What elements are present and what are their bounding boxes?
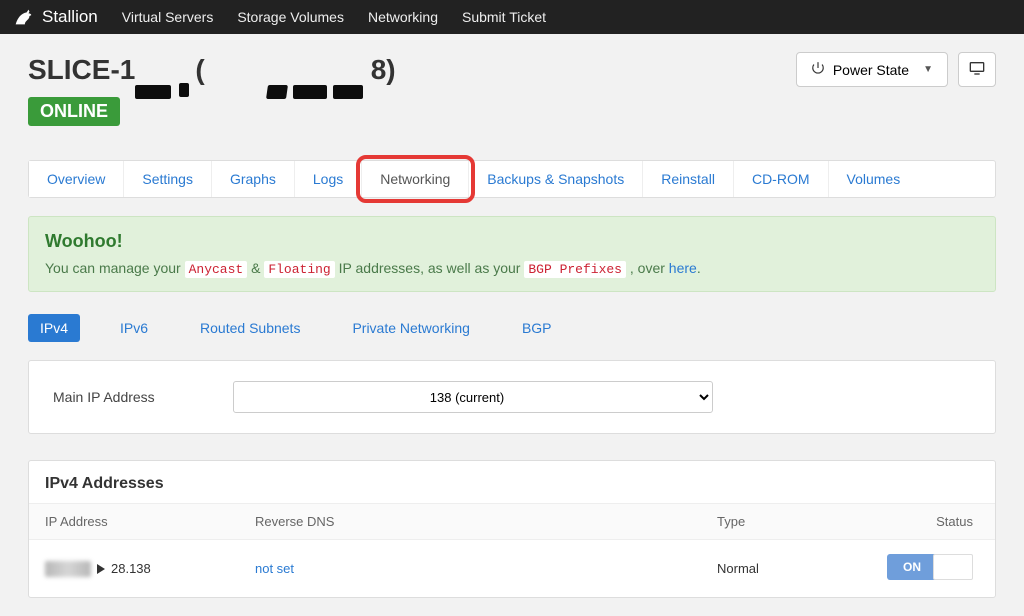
toggle-label: ON (903, 560, 921, 574)
power-state-button[interactable]: Power State ▼ (796, 52, 948, 87)
alert-text: . (697, 260, 701, 276)
page-title: SLICE-1 ( 8) (28, 54, 396, 86)
title-prefix: SLICE-1 (28, 54, 135, 86)
tab-networking[interactable]: Networking (362, 161, 469, 197)
alert-here-link[interactable]: here (669, 260, 697, 276)
top-nav: Stallion Virtual Servers Storage Volumes… (0, 0, 1024, 34)
power-icon (811, 61, 825, 78)
code-bgp-prefixes: BGP Prefixes (524, 261, 626, 278)
toggle-knob (933, 554, 973, 580)
main-ip-panel: Main IP Address 138 (current) (28, 360, 996, 434)
tab-graphs[interactable]: Graphs (212, 161, 295, 197)
title-paren: ( (195, 54, 204, 86)
nav-virtual-servers[interactable]: Virtual Servers (122, 9, 214, 25)
th-rdns: Reverse DNS (239, 504, 701, 540)
console-button[interactable] (958, 52, 996, 87)
tab-overview[interactable]: Overview (29, 161, 124, 197)
ip-redacted (45, 561, 91, 577)
play-icon (97, 564, 105, 574)
td-rdns: not set (239, 540, 701, 598)
code-floating: Floating (264, 261, 334, 278)
subtab-ipv6[interactable]: IPv6 (108, 314, 160, 342)
power-state-label: Power State (833, 62, 909, 78)
subtab-ipv4[interactable]: IPv4 (28, 314, 80, 342)
info-alert: Woohoo! You can manage your Anycast & Fl… (28, 216, 996, 292)
td-ip: 28.138 (29, 540, 239, 598)
nav-storage-volumes[interactable]: Storage Volumes (237, 9, 344, 25)
subtab-bgp[interactable]: BGP (510, 314, 564, 342)
alert-text: & (251, 260, 264, 276)
rdns-link[interactable]: not set (255, 561, 294, 576)
status-toggle[interactable]: ON (887, 554, 973, 580)
td-type: Normal (701, 540, 871, 598)
networking-subtabs: IPv4 IPv6 Routed Subnets Private Network… (28, 314, 996, 342)
tab-cdrom[interactable]: CD-ROM (734, 161, 829, 197)
brand-name: Stallion (42, 7, 98, 27)
th-status: Status (871, 504, 995, 540)
ip-suffix: 28.138 (111, 561, 151, 576)
tab-volumes[interactable]: Volumes (829, 161, 919, 197)
chevron-down-icon: ▼ (923, 64, 933, 75)
tab-logs[interactable]: Logs (295, 161, 362, 197)
ipv4-table-title: IPv4 Addresses (29, 461, 995, 503)
alert-text: , over (630, 260, 669, 276)
ipv4-table-panel: IPv4 Addresses IP Address Reverse DNS Ty… (28, 460, 996, 598)
tab-reinstall[interactable]: Reinstall (643, 161, 734, 197)
subtab-routed-subnets[interactable]: Routed Subnets (188, 314, 312, 342)
table-row: 28.138 not set Normal ON (29, 540, 995, 598)
status-badge: ONLINE (28, 97, 120, 126)
title-suffix: 8) (371, 54, 396, 86)
code-anycast: Anycast (185, 261, 248, 278)
tab-settings[interactable]: Settings (124, 161, 212, 197)
nav-submit-ticket[interactable]: Submit Ticket (462, 9, 546, 25)
th-type: Type (701, 504, 871, 540)
alert-text: You can manage your (45, 260, 185, 276)
horse-icon (12, 6, 34, 28)
nav-networking[interactable]: Networking (368, 9, 438, 25)
main-ip-label: Main IP Address (53, 389, 193, 405)
td-status: ON (871, 540, 995, 598)
brand[interactable]: Stallion (12, 6, 98, 28)
th-ip: IP Address (29, 504, 239, 540)
main-ip-select[interactable]: 138 (current) (233, 381, 713, 413)
subtab-private-networking[interactable]: Private Networking (340, 314, 482, 342)
detail-tabs: Overview Settings Graphs Logs Networking… (28, 160, 996, 198)
ipv4-table: IP Address Reverse DNS Type Status 28.13… (29, 503, 995, 597)
alert-body: You can manage your Anycast & Floating I… (45, 260, 979, 277)
tab-backups[interactable]: Backups & Snapshots (469, 161, 643, 197)
alert-text: IP addresses, as well as your (339, 260, 525, 276)
monitor-icon (969, 61, 985, 78)
title-bar: SLICE-1 ( 8) Power State ▼ (28, 52, 996, 87)
title-actions: Power State ▼ (796, 52, 996, 87)
alert-heading: Woohoo! (45, 231, 979, 252)
